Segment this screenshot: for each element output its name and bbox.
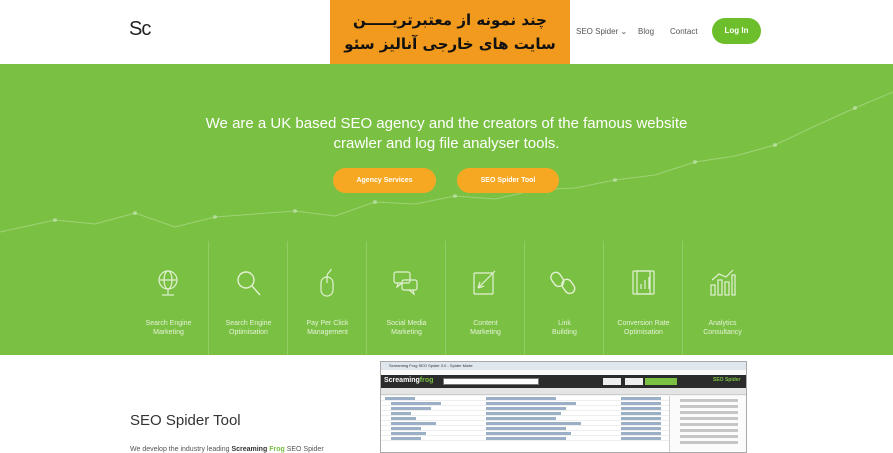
document-chart-icon (632, 270, 655, 295)
screenshot-toolbar: Screamingfrog SEO Spider (381, 375, 746, 388)
service-label-line-2: Optimisation (624, 329, 663, 336)
service-label-line-2: Management (307, 329, 348, 336)
nav-blog[interactable]: Blog (638, 27, 654, 36)
globe-icon (158, 270, 178, 296)
service-label-line-1: Analytics (708, 320, 737, 327)
pencil-paper-icon (473, 270, 496, 295)
service-pay-per-click[interactable]: Pay Per Click Management (287, 241, 366, 355)
hero-tagline-line-1: We are a UK based SEO agency and the cre… (205, 115, 688, 132)
product-screenshot: Screaming Frog SEO Spider 3.0 - Spider M… (380, 361, 747, 453)
service-label-line-1: Pay Per Click (306, 320, 349, 327)
caption-line-1: چند نمونه از معتبرتریـــــن (353, 11, 547, 29)
service-label-line-2: Consultancy (703, 329, 742, 336)
service-label: Search Engine Optimisation (209, 319, 288, 337)
magnifier-icon (237, 271, 261, 296)
screenshot-logo-a: Scream (384, 377, 410, 384)
service-label-line-1: Conversion Rate (617, 320, 670, 327)
service-label-line-2: Marketing (470, 329, 501, 336)
screenshot-progress-bar (645, 378, 677, 385)
nav-seo-spider[interactable]: SEO Spider ⌄ (576, 27, 627, 36)
service-label: Search Engine Marketing (129, 319, 208, 337)
nav-contact[interactable]: Contact (670, 27, 698, 36)
site-logo[interactable]: Sc (129, 18, 151, 41)
service-label: Pay Per Click Management (288, 319, 367, 337)
section-title: SEO Spider Tool (130, 412, 241, 429)
chat-bubbles-icon (393, 271, 418, 296)
hero-section: We are a UK based SEO agency and the cre… (0, 64, 893, 241)
service-link-building[interactable]: Link Building (524, 241, 603, 355)
brand-name-part: Screaming (231, 446, 270, 453)
service-analytics-consultancy[interactable]: Analytics Consultancy (682, 241, 761, 355)
service-label-line-1: Social Media (386, 320, 427, 327)
screenshot-logo: Screamingfrog (384, 377, 433, 384)
screenshot-window-title: Screaming Frog SEO Spider 3.0 - Spider M… (381, 362, 746, 370)
service-label-line-1: Content (473, 320, 498, 327)
screenshot-sidebar (669, 396, 746, 452)
service-search-engine-optimisation[interactable]: Search Engine Optimisation (208, 241, 287, 355)
service-label-line-2: Marketing (153, 329, 184, 336)
service-label: Analytics Consultancy (683, 319, 762, 337)
screenshot-logo-c: frog (419, 377, 434, 384)
hero-tagline: We are a UK based SEO agency and the cre… (0, 114, 893, 154)
screenshot-logo-b: ing (409, 377, 420, 384)
service-label: Link Building (525, 319, 604, 337)
hero-tagline-line-2: crawler and log file analyser tools. (333, 135, 560, 152)
description-end: SEO Spider (284, 446, 324, 453)
caption-line-2: سایت های خارجی آنالیز سئو (344, 35, 556, 53)
login-button[interactable]: Log In (712, 18, 761, 44)
services-row: Search Engine Marketing Search Engine Op… (0, 241, 893, 355)
screenshot-start-button (603, 378, 621, 385)
chain-link-icon (550, 271, 576, 295)
screenshot-url-field (443, 378, 539, 385)
service-label-line-2: Marketing (391, 329, 422, 336)
service-social-media-marketing[interactable]: Social Media Marketing (366, 241, 445, 355)
screenshot-spider-tag: SEO Spider (713, 377, 741, 383)
screenshot-clear-button (625, 378, 643, 385)
service-search-engine-marketing[interactable]: Search Engine Marketing (129, 241, 208, 355)
service-label-line-1: Search Engine (225, 320, 272, 327)
seo-spider-tool-button[interactable]: SEO Spider Tool (457, 168, 559, 193)
screenshot-table (381, 396, 746, 452)
service-label-line-1: Search Engine (145, 320, 192, 327)
caption-overlay: چند نمونه از معتبرتریـــــن سایت های خار… (330, 0, 570, 69)
description-start: We develop the industry leading (130, 446, 232, 453)
service-label-line-2: Optimisation (229, 329, 268, 336)
brand-name-frog: Frog (269, 446, 285, 453)
agency-services-button[interactable]: Agency Services (333, 168, 436, 193)
service-content-marketing[interactable]: Content Marketing (445, 241, 524, 355)
service-label-line-1: Link (558, 320, 571, 327)
section-description: We develop the industry leading Screamin… (130, 446, 324, 453)
mouse-icon (320, 268, 334, 297)
service-label: Conversion Rate Optimisation (604, 319, 683, 337)
service-conversion-rate-optimisation[interactable]: Conversion Rate Optimisation (603, 241, 682, 355)
bar-chart-icon (710, 269, 736, 296)
service-label: Content Marketing (446, 319, 525, 337)
screenshot-tabs (381, 388, 746, 395)
service-label: Social Media Marketing (367, 319, 446, 337)
service-label-line-2: Building (552, 329, 577, 336)
description-bold[interactable]: Screaming Frog (231, 446, 284, 453)
